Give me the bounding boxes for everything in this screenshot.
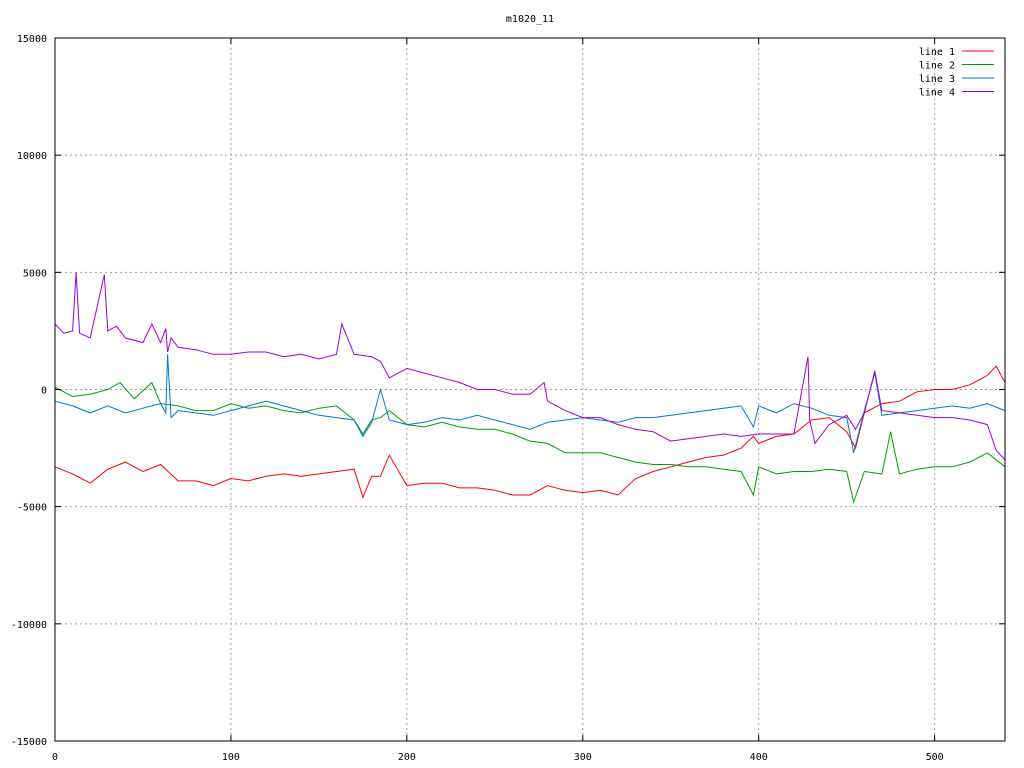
y-tick-label: 15000 — [17, 34, 47, 45]
y-tick-label: -10000 — [11, 620, 47, 631]
y-tick-label: -5000 — [17, 503, 47, 514]
x-tick-label: 100 — [222, 752, 240, 763]
line-chart: 0 100 200 300 400 500 -15000 -10000 -5000 0 5000 10… — [0, 0, 1024, 768]
y-tick-label: -15000 — [11, 737, 47, 748]
legend-label: line 2 — [919, 61, 955, 72]
legend-label: line 1 — [919, 47, 955, 58]
x-tick-label: 300 — [574, 752, 592, 763]
y-tick-label: 0 — [41, 386, 47, 397]
y-tick-label: 10000 — [17, 151, 47, 162]
legend-label: line 3 — [919, 74, 955, 85]
y-tick-label: 5000 — [23, 268, 47, 279]
x-tick-label: 400 — [750, 752, 768, 763]
x-tick-label: 200 — [398, 752, 416, 763]
chart-background — [0, 0, 1024, 768]
chart-title: m1020_11 — [506, 14, 554, 25]
x-tick-label: 0 — [52, 752, 58, 763]
legend-label: line 4 — [919, 88, 955, 99]
x-tick-label: 500 — [926, 752, 944, 763]
